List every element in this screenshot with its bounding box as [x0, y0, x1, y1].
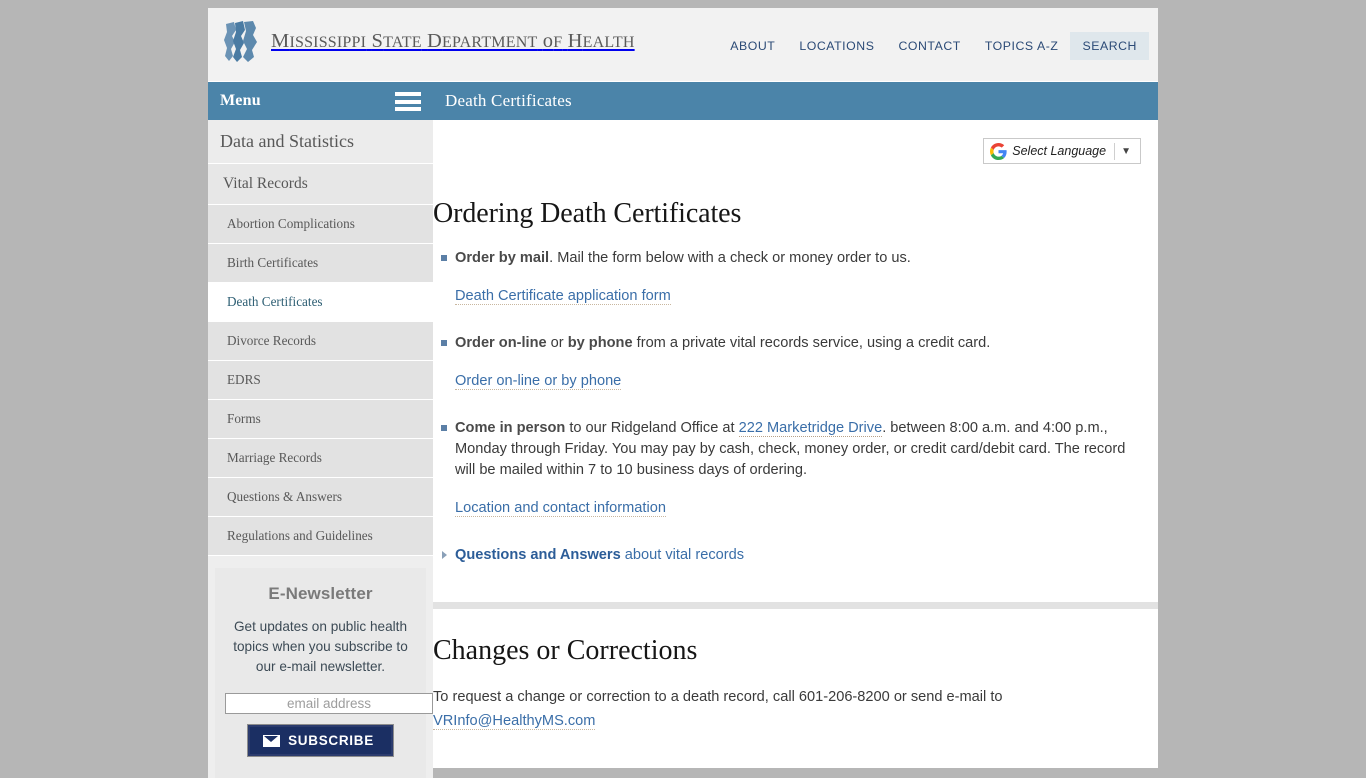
bullet-text-order-by-mail: . Mail the form below with a check or mo…	[549, 250, 911, 266]
site-logo-link[interactable]: MISSISSIPPI STATE DEPARTMENT oF HEALTH	[222, 18, 635, 64]
subscribe-button-label: SUBSCRIBE	[288, 733, 374, 748]
changes-paragraph: To request a change or correction to a d…	[433, 685, 1138, 733]
translate-row: Select Language ▼	[433, 120, 1158, 164]
newsletter-heading: E-Newsletter	[268, 584, 373, 603]
sidebar-item-edrs[interactable]: EDRS	[208, 361, 433, 400]
body-row: Menu Data and Statistics Vital Records A…	[208, 82, 1158, 778]
sidebar-item-questions-answers[interactable]: Questions & Answers	[208, 478, 433, 517]
site-brand-name: MISSISSIPPI STATE DEPARTMENT oF HEALTH	[271, 29, 635, 52]
sidebar-item-birth-certificates[interactable]: Birth Certificates	[208, 244, 433, 283]
sidebar-menu-bar[interactable]: Menu	[208, 82, 433, 120]
topnav-item-about[interactable]: ABOUT	[718, 32, 787, 60]
google-g-icon	[990, 142, 1007, 160]
section-heading-ordering: Ordering Death Certificates	[433, 198, 742, 229]
ordering-options-list: Order by mail. Mail the form below with …	[433, 248, 1138, 519]
chevron-down-icon[interactable]: ▼	[1115, 146, 1137, 157]
section-divider	[433, 602, 1158, 609]
link-death-certificate-application-form[interactable]: Death Certificate application form	[455, 288, 671, 305]
msdh-profile-logo-icon	[224, 21, 257, 62]
bullet-lead-come-in-person: Come in person	[455, 420, 566, 436]
sidebar-item-vital-records[interactable]: Vital Records	[208, 164, 433, 205]
link-location-and-contact-information[interactable]: Location and contact information	[455, 500, 666, 517]
qa-link-bold: Questions and Answers	[455, 547, 621, 563]
sidebar-item-abortion-complications[interactable]: Abortion Complications	[208, 205, 433, 244]
list-item-order-by-mail: Order by mail. Mail the form below with …	[433, 248, 1138, 307]
topnav-item-locations[interactable]: LOCATIONS	[787, 32, 886, 60]
content-section-ordering: Ordering Death Certificates Order by mai…	[433, 164, 1158, 566]
sidebar-item-forms[interactable]: Forms	[208, 400, 433, 439]
bullet-lead-by-phone: by phone	[567, 335, 633, 351]
list-item-order-online: Order on-line or by phone from a private…	[433, 333, 1138, 392]
top-navigation: ABOUT LOCATIONS CONTACT TOPICS A-Z SEARC…	[718, 32, 1149, 60]
newsletter-box: E-Newsletter Get updates on public healt…	[215, 568, 433, 778]
newsletter-email-input[interactable]	[225, 693, 433, 714]
page-container: MISSISSIPPI STATE DEPARTMENT oF HEALTH A…	[208, 8, 1158, 778]
list-item-questions-and-answers: Questions and Answers about vital record…	[433, 545, 1138, 566]
bullet-text-order-online: from a private vital records service, us…	[632, 335, 991, 351]
sidebar-item-death-certificates[interactable]: Death Certificates	[208, 283, 433, 322]
bullet-pre-link-text: to our Ridgeland Office at	[565, 420, 739, 436]
newsletter-description: Get updates on public health topics when…	[233, 619, 408, 674]
sidebar-menu-label: Menu	[220, 92, 261, 109]
sidebar-item-marriage-records[interactable]: Marriage Records	[208, 439, 433, 478]
sidebar-item-divorce-records[interactable]: Divorce Records	[208, 322, 433, 361]
sidebar: Menu Data and Statistics Vital Records A…	[208, 82, 433, 778]
sidebar-item-regulations-guidelines[interactable]: Regulations and Guidelines	[208, 517, 433, 556]
link-order-online-or-by-phone[interactable]: Order on-line or by phone	[455, 373, 622, 390]
topnav-item-search[interactable]: SEARCH	[1070, 32, 1149, 60]
page-title: Death Certificates	[445, 91, 572, 110]
link-222-marketridge-drive[interactable]: 222 Marketridge Drive	[738, 420, 883, 437]
newsletter-subscribe-button[interactable]: SUBSCRIBE	[247, 724, 394, 757]
topnav-item-topics-az[interactable]: TOPICS A-Z	[973, 32, 1071, 60]
sidebar-nav-list: Data and Statistics Vital Records Aborti…	[208, 120, 433, 556]
page-title-bar: Death Certificates	[433, 82, 1158, 120]
changes-text-before: To request a change or correction to a d…	[433, 689, 799, 705]
phone-number: 601-206-8200	[798, 689, 890, 705]
content-section-changes: Changes or Corrections To request a chan…	[433, 635, 1158, 733]
google-translate-widget[interactable]: Select Language ▼	[983, 138, 1141, 164]
main-content: Death Certificates Select Language ▼ Ord…	[433, 82, 1158, 733]
list-item-come-in-person: Come in person to our Ridgeland Office a…	[433, 418, 1138, 519]
section-heading-changes: Changes or Corrections	[433, 635, 698, 666]
topnav-item-contact[interactable]: CONTACT	[886, 32, 972, 60]
site-masthead: MISSISSIPPI STATE DEPARTMENT oF HEALTH A…	[208, 8, 1158, 82]
qa-link-rest: about vital records	[620, 547, 745, 563]
sidebar-item-data-and-statistics[interactable]: Data and Statistics	[208, 120, 433, 164]
changes-text-after: or send e-mail to	[889, 689, 1003, 705]
bullet-lead-order-online: Order on-line	[455, 335, 547, 351]
link-questions-and-answers[interactable]: Questions and Answers about vital record…	[455, 547, 744, 563]
bullet-lead-order-by-mail: Order by mail	[455, 250, 550, 266]
bullet-mid-order-online: or	[546, 335, 568, 351]
hamburger-menu-icon[interactable]	[395, 92, 421, 111]
envelope-icon	[263, 734, 281, 747]
translate-selected-language: Select Language	[1012, 144, 1107, 158]
link-vrinfo-email[interactable]: VRInfo@HealthyMS.com	[433, 713, 596, 730]
